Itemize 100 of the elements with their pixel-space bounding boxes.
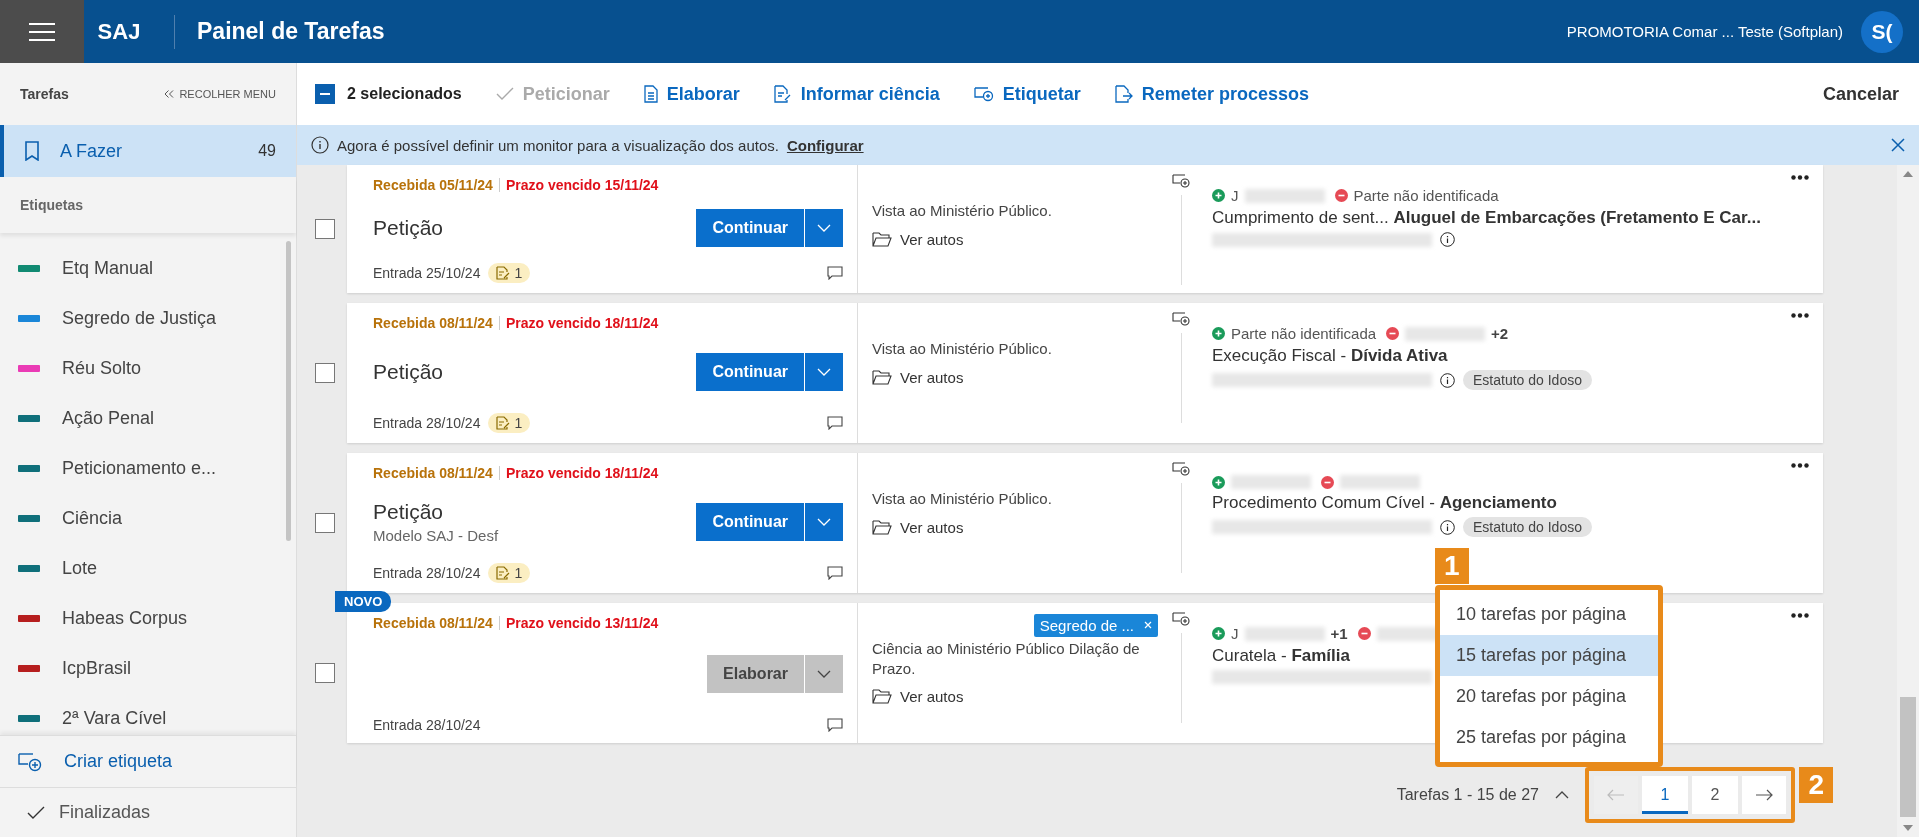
more-options-icon[interactable]	[1791, 613, 1809, 618]
toolbar-action-button[interactable]: Etiquetar	[973, 83, 1081, 105]
scrollbar[interactable]	[286, 241, 291, 541]
view-records-link[interactable]: Ver autos	[872, 368, 1181, 386]
document-edit-icon	[496, 566, 511, 580]
tag-item[interactable]: Etq Manual	[0, 243, 296, 293]
party-name: J	[1231, 187, 1239, 204]
menu-option[interactable]: 10 tarefas por página	[1440, 594, 1658, 635]
finished-item[interactable]: Finalizadas	[0, 787, 296, 837]
scrollbar[interactable]	[1897, 165, 1919, 837]
case-subject: Cumprimento de sent... Aluguel de Embarcações (Fretamento E Car...	[1212, 208, 1761, 228]
info-message: Agora é possível definir um monitor para a visualização dos autos.	[337, 136, 779, 154]
task-action-button[interactable]: Continuar	[696, 209, 804, 247]
entry-date: Entrada 28/10/24	[373, 565, 481, 581]
received-date: Recebida 08/11/24	[373, 465, 493, 481]
view-records-link[interactable]: Ver autos	[872, 518, 1181, 536]
entry-date: Entrada 28/10/24	[373, 717, 481, 733]
task-action-button[interactable]: Elaborar	[707, 655, 804, 693]
add-tag-icon[interactable]	[1172, 172, 1190, 188]
user-avatar[interactable]: S(	[1861, 10, 1903, 53]
task-action-button[interactable]: Continuar	[696, 503, 804, 541]
page-summary: Tarefas 1 - 15 de 27	[1396, 786, 1539, 804]
tag-item[interactable]: Peticionamento e...	[0, 443, 296, 493]
chevron-down-icon	[817, 670, 831, 678]
sidebar-item[interactable]: A Fazer 49	[0, 125, 296, 177]
check-icon	[495, 87, 514, 101]
toolbar-action-button[interactable]: Remeter processos	[1114, 83, 1309, 105]
create-tag-link[interactable]: Criar etiqueta	[0, 735, 296, 787]
comment-icon[interactable]	[827, 566, 843, 580]
comment-icon[interactable]	[827, 266, 843, 280]
toolbar-action-button[interactable]: Elaborar	[643, 83, 740, 105]
menu-button[interactable]	[0, 0, 84, 63]
minus-circle-icon	[1386, 327, 1400, 340]
page-title: Painel de Tarefas	[197, 18, 385, 45]
task-checkbox[interactable]	[315, 663, 335, 683]
select-all-checkbox[interactable]	[315, 84, 335, 104]
toolbar-action-button[interactable]: Informar ciência	[773, 83, 940, 105]
case-subject: Curatela - Família	[1212, 646, 1350, 666]
comment-icon[interactable]	[827, 416, 843, 430]
deadline-date: Prazo vencido 13/11/24	[505, 615, 659, 631]
scroll-thumb[interactable]	[1900, 697, 1916, 817]
task-checkbox[interactable]	[315, 513, 335, 533]
add-tag-icon	[18, 751, 42, 772]
tag-item[interactable]: Lote	[0, 543, 296, 593]
minus-circle-icon	[1357, 627, 1371, 640]
new-ribbon: NOVO	[335, 591, 392, 612]
task-description: Ciência ao Ministério Público Dilação de Prazo.	[872, 639, 1141, 678]
info-icon[interactable]	[1440, 519, 1455, 535]
view-records-link[interactable]: Ver autos	[872, 688, 1181, 705]
add-tag-icon[interactable]	[1172, 310, 1190, 326]
task-action-button[interactable]: Continuar	[696, 353, 804, 391]
comment-icon[interactable]	[827, 718, 843, 732]
tag-item[interactable]: Habeas Corpus	[0, 593, 296, 643]
add-tag-icon[interactable]	[1172, 460, 1190, 476]
tag-chip[interactable]: Segredo de ...	[1033, 613, 1158, 637]
page-button[interactable]: 2	[1692, 776, 1738, 814]
cancel-button[interactable]: Cancelar	[1822, 83, 1899, 105]
scroll-up-icon	[1903, 171, 1913, 177]
chevron-down-icon	[817, 224, 831, 232]
received-date: Recebida 08/11/24	[373, 315, 493, 331]
chevron-down-icon	[817, 518, 831, 526]
info-icon[interactable]	[1440, 232, 1455, 247]
priority-badge: Estatuto do Idoso	[1463, 517, 1592, 537]
tag-item[interactable]: IcpBrasil	[0, 643, 296, 693]
collapse-menu-button[interactable]: RECOLHER MENU	[164, 88, 276, 100]
entry-date: Entrada 28/10/24	[373, 415, 481, 431]
menu-icon	[29, 21, 55, 42]
menu-option[interactable]: 15 tarefas por página	[1440, 635, 1658, 676]
add-tag-icon[interactable]	[1172, 610, 1190, 626]
tag-item[interactable]: Segredo de Justiça	[0, 293, 296, 343]
tag-item[interactable]: Ciência	[0, 493, 296, 543]
entry-date: Entrada 25/10/24	[373, 265, 481, 281]
tag-item[interactable]: 2ª Vara Cível	[0, 693, 296, 735]
view-records-link[interactable]: Ver autos	[872, 230, 1181, 248]
menu-option[interactable]: 20 tarefas por página	[1440, 676, 1658, 717]
page-button[interactable]: 1	[1642, 776, 1688, 814]
check-icon	[27, 805, 45, 820]
case-subject: Execução Fiscal - Dívida Ativa	[1212, 346, 1448, 366]
more-options-icon[interactable]	[1791, 313, 1809, 318]
tag-item[interactable]: Ação Penal	[0, 393, 296, 443]
document-send-icon	[1114, 85, 1133, 103]
task-checkbox[interactable]	[315, 219, 335, 239]
folder-icon	[872, 369, 892, 385]
page-size-toggle[interactable]	[1555, 791, 1569, 799]
configure-link[interactable]: Configurar	[786, 136, 864, 154]
document-edit-icon	[496, 266, 511, 280]
tag-item[interactable]: Réu Solto	[0, 343, 296, 393]
task-description: Vista ao Ministério Público.	[872, 201, 1053, 221]
close-icon[interactable]	[1144, 621, 1152, 629]
selection-toggle[interactable]: 2 selecionados	[315, 84, 462, 104]
task-checkbox[interactable]	[315, 363, 335, 383]
scroll-down-icon	[1903, 825, 1913, 831]
more-parties-count: +1	[1330, 625, 1348, 642]
more-options-icon[interactable]	[1791, 463, 1809, 468]
task-title: Petição	[373, 216, 445, 240]
plus-circle-icon	[1212, 627, 1225, 640]
more-options-icon[interactable]	[1791, 175, 1809, 180]
menu-option[interactable]: 25 tarefas por página	[1440, 717, 1658, 758]
close-button[interactable]	[1891, 138, 1905, 152]
info-icon[interactable]	[1440, 372, 1455, 388]
